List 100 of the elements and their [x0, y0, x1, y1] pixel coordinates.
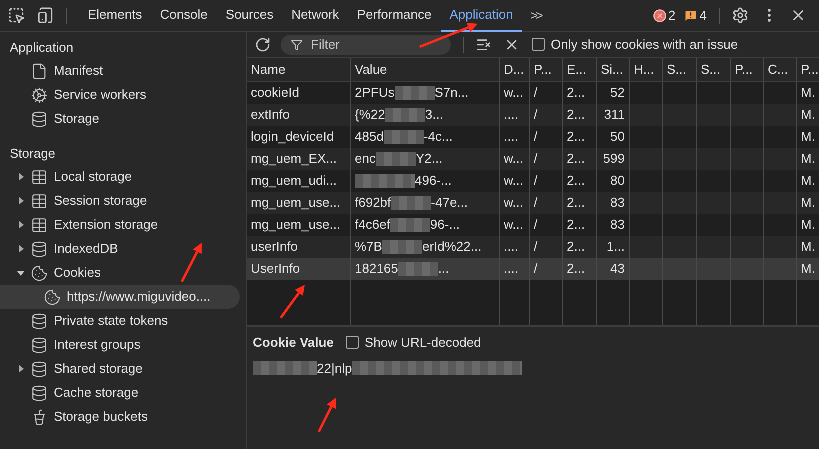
- table-cell-text: cookieId: [251, 84, 300, 102]
- sidebar-item[interactable]: Cookies: [0, 261, 240, 285]
- table-cell-text: w...: [504, 194, 524, 212]
- column-header[interactable]: D...: [500, 58, 530, 81]
- filter-icon: [291, 38, 303, 50]
- warning-icon[interactable]: [684, 8, 698, 22]
- sidebar-item[interactable]: Extension storage: [0, 213, 240, 237]
- table-cell-text: 2...: [567, 260, 586, 278]
- collapsed-arrow-icon[interactable]: [17, 221, 25, 229]
- table-cell-text: ....: [504, 260, 518, 278]
- table-cell-text: 83: [610, 194, 625, 212]
- table-cell-text: ....: [504, 238, 518, 256]
- inspect-icon[interactable]: [8, 7, 25, 24]
- column-header[interactable]: S...: [697, 58, 731, 81]
- column-header[interactable]: P...: [797, 58, 819, 81]
- table-cell-text: M.: [801, 150, 816, 168]
- table-cell-text: M.: [801, 128, 816, 146]
- sidebar-item[interactable]: Session storage: [0, 189, 240, 213]
- column-header[interactable]: P...: [731, 58, 764, 81]
- column-header[interactable]: S...: [663, 58, 697, 81]
- table-cell-text: mg_uem_EX...: [251, 150, 337, 168]
- sidebar-item[interactable]: Storage: [0, 107, 240, 131]
- table-cell-text: /: [534, 84, 538, 102]
- pixelated-redaction: [253, 361, 317, 376]
- sidebar-item[interactable]: Shared storage: [0, 357, 240, 381]
- table-cell-text: UserInfo: [251, 260, 300, 278]
- annotation-arrow: [180, 243, 202, 283]
- cookie-row[interactable]: userInfo %7B erId%22... .... / 2... 1... M.: [247, 236, 819, 258]
- collapsed-arrow-icon[interactable]: [17, 197, 25, 205]
- table-cell-text: 2...: [567, 172, 586, 190]
- table-cell-text: 2...: [567, 194, 586, 212]
- column-header[interactable]: Name: [247, 58, 351, 81]
- table-cell-text: 83: [610, 216, 625, 234]
- table-cell-text: f4c6ef: [355, 216, 390, 234]
- column-header[interactable]: Si...: [597, 58, 630, 81]
- section-heading: Application: [9, 39, 74, 57]
- sidebar-item[interactable]: Private state tokens: [0, 309, 240, 333]
- table-cell-text: /: [534, 260, 538, 278]
- pixelated-redaction: [391, 196, 432, 210]
- table-cell-text: 2...: [567, 238, 586, 256]
- expanded-arrow-icon[interactable]: [17, 269, 25, 277]
- clear-all-icon[interactable]: [476, 36, 492, 52]
- column-header[interactable]: C...: [764, 58, 797, 81]
- issue-checkbox[interactable]: [532, 38, 545, 51]
- cookie-row[interactable]: mg_uem_EX... enc Y2... w... / 2... 599 M.: [247, 148, 819, 170]
- checkbox-label: Show URL-decoded: [364, 334, 482, 352]
- table-cell-text: w...: [504, 216, 524, 234]
- panel-tab[interactable]: Network: [282, 0, 348, 32]
- table-icon: [31, 168, 48, 186]
- cookie-row[interactable]: extInfo {%22 3... .... / 2... 311 M.: [247, 104, 819, 126]
- table-cell-text: M.: [801, 106, 816, 124]
- panel-tab[interactable]: Console: [151, 0, 217, 32]
- sidebar-item[interactable]: Manifest: [0, 59, 240, 83]
- database-icon: [31, 240, 48, 258]
- pixelated-redaction: [376, 152, 416, 166]
- cookie-row[interactable]: mg_uem_use... f692bf -47e... w... / 2... 83 M.: [247, 192, 819, 214]
- collapsed-arrow-icon[interactable]: [17, 173, 25, 181]
- cookie-icon: [44, 288, 61, 306]
- error-icon[interactable]: [652, 8, 667, 22]
- panel-tab[interactable]: Sources: [216, 0, 283, 32]
- table-cell-text: /: [534, 128, 538, 146]
- table-cell-text: S7n...: [434, 84, 469, 102]
- more-tabs-button[interactable]: >>: [522, 6, 550, 26]
- table-cell-text: ...: [438, 260, 450, 278]
- column-header[interactable]: H...: [630, 58, 663, 81]
- column-header[interactable]: Value: [351, 58, 500, 81]
- table-cell-text: 485d: [355, 128, 384, 146]
- column-header[interactable]: P...: [530, 58, 563, 81]
- sidebar-item[interactable]: Service workers: [0, 83, 240, 107]
- pixelated-redaction: [384, 130, 424, 144]
- panel-tab[interactable]: Elements: [79, 0, 152, 32]
- device-icon[interactable]: [37, 7, 54, 24]
- sidebar-item[interactable]: https://www.miguvideo....: [0, 285, 240, 309]
- table-cell-text: ....: [504, 128, 518, 146]
- refresh-icon[interactable]: [255, 36, 271, 52]
- table-cell-text: w...: [504, 84, 524, 102]
- sidebar-item[interactable]: Storage buckets: [0, 405, 240, 429]
- panel-tab[interactable]: Performance: [348, 0, 441, 32]
- sidebar-item[interactable]: Interest groups: [0, 333, 240, 357]
- cookie-row[interactable]: UserInfo 182165 ... .... / 2... 43 M.: [247, 258, 819, 280]
- database-icon: [31, 312, 48, 330]
- pixelated-redaction: [398, 262, 438, 276]
- table-cell-text: w...: [504, 150, 524, 168]
- filter-field[interactable]: Filter: [281, 34, 451, 54]
- sidebar-item[interactable]: Local storage: [0, 165, 240, 189]
- table-cell-text: 182165: [355, 260, 398, 278]
- table-cell-text: 43: [610, 260, 625, 278]
- collapsed-arrow-icon[interactable]: [17, 245, 25, 253]
- decoded-checkbox[interactable]: [346, 336, 359, 350]
- collapsed-arrow-icon[interactable]: [17, 365, 25, 373]
- gears-icon: [31, 86, 48, 104]
- table-cell-text: /: [534, 150, 538, 168]
- settings-icon[interactable]: [732, 7, 749, 24]
- sidebar-item[interactable]: IndexedDB: [0, 237, 240, 261]
- pixelated-redaction: [394, 86, 435, 100]
- column-header[interactable]: E...: [563, 58, 597, 81]
- sidebar-item[interactable]: Cache storage: [0, 381, 240, 405]
- table-icon: [31, 216, 48, 234]
- table-cell-text: M.: [801, 216, 816, 234]
- database-icon: [31, 384, 48, 402]
